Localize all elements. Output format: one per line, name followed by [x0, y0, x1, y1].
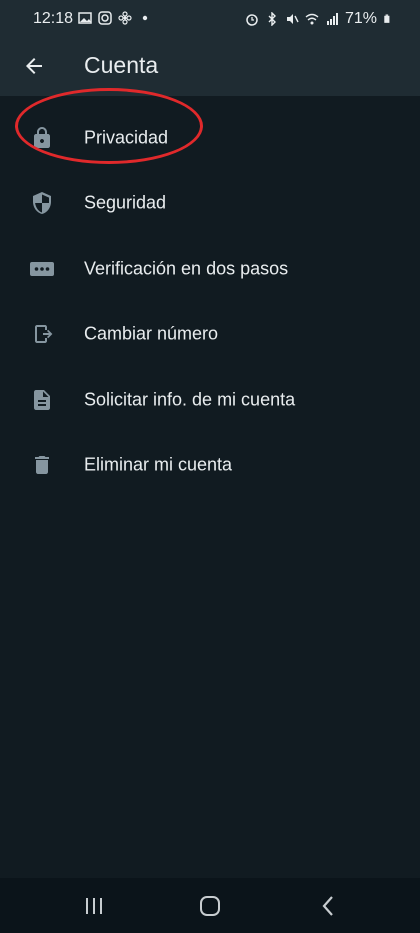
recent-apps-icon [86, 898, 102, 914]
app-bar: Cuenta [0, 38, 420, 96]
back-nav-button[interactable] [312, 892, 344, 920]
dot-icon [142, 15, 148, 21]
shield-icon [28, 189, 56, 217]
menu-item-label: Privacidad [84, 127, 169, 148]
menu-item-request-account-info[interactable]: Solicitar info. de mi cuenta [0, 367, 420, 433]
home-icon [200, 896, 220, 916]
phone-change-icon [28, 320, 56, 348]
document-icon [28, 386, 56, 414]
gallery-icon [78, 12, 92, 24]
battery-icon [384, 14, 390, 23]
dots-icon [28, 255, 56, 283]
menu-item-label: Cambiar número [84, 323, 219, 344]
mute-icon [286, 14, 299, 24]
menu-item-privacy[interactable]: Privacidad [0, 105, 420, 171]
status-bar: 12:18 71% [0, 0, 420, 38]
page-title: Cuenta [84, 52, 159, 78]
menu-item-change-number[interactable]: Cambiar número [0, 302, 420, 368]
menu-item-delete-account[interactable]: Eliminar mi cuenta [0, 433, 420, 499]
arrow-back-icon [26, 58, 42, 74]
home-button[interactable] [194, 892, 226, 920]
menu-item-two-step-verification[interactable]: Verificación en dos pasos [0, 236, 420, 302]
screen: 12:18 71% Cuenta Privacidad Seguridad Ve… [0, 0, 420, 933]
bluetooth-icon [268, 12, 276, 26]
chevron-left-icon [322, 896, 333, 916]
account-settings-list: Privacidad Seguridad Verificación en dos… [0, 105, 420, 498]
lock-icon [28, 124, 56, 152]
flower-icon [118, 11, 132, 25]
signal-icon [326, 13, 338, 25]
menu-item-label: Solicitar info. de mi cuenta [84, 389, 296, 410]
menu-item-security[interactable]: Seguridad [0, 171, 420, 237]
wifi-icon [305, 13, 319, 25]
menu-item-label: Eliminar mi cuenta [84, 454, 233, 475]
system-nav-bar [0, 878, 420, 933]
menu-item-label: Seguridad [84, 192, 167, 213]
battery-percent: 71% [344, 10, 377, 27]
alarm-icon [246, 14, 258, 26]
trash-icon [28, 451, 56, 479]
status-system-icons: 71% [245, 10, 392, 28]
recent-apps-button[interactable] [78, 892, 110, 920]
status-notification-icons [78, 11, 152, 25]
menu-item-label: Verificación en dos pasos [84, 258, 289, 279]
back-button[interactable] [18, 50, 50, 82]
status-time: 12:18 [33, 10, 74, 27]
instagram-icon [98, 11, 112, 25]
